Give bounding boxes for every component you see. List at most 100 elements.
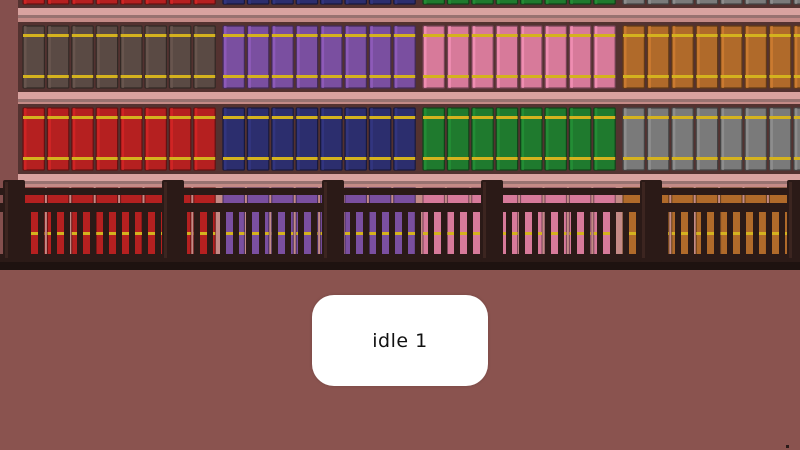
book-highlight bbox=[794, 0, 798, 4]
book-band bbox=[545, 157, 567, 160]
book-band bbox=[320, 34, 342, 37]
book-band bbox=[671, 157, 694, 160]
book-band bbox=[423, 157, 445, 160]
book-band bbox=[393, 34, 416, 37]
book-highlight bbox=[321, 0, 325, 4]
book-band bbox=[345, 75, 367, 78]
book-highlight bbox=[721, 0, 725, 4]
book-band bbox=[447, 157, 469, 160]
book-highlight bbox=[672, 0, 676, 4]
railing-baluster bbox=[415, 212, 421, 256]
book-band bbox=[496, 116, 518, 119]
railing-baluster bbox=[363, 212, 369, 256]
book-band bbox=[296, 75, 318, 78]
book-highlight bbox=[546, 0, 549, 4]
book-band bbox=[320, 116, 342, 119]
book-band bbox=[569, 75, 591, 78]
book-band bbox=[271, 116, 294, 119]
book-highlight bbox=[72, 0, 76, 4]
railing-baluster bbox=[129, 212, 135, 256]
book-band bbox=[120, 34, 142, 37]
book-band bbox=[769, 116, 791, 119]
book-band bbox=[671, 34, 694, 37]
book-band bbox=[793, 116, 800, 119]
book-band bbox=[247, 34, 269, 37]
book-band bbox=[96, 116, 118, 119]
book-band bbox=[623, 75, 645, 78]
book-band bbox=[647, 157, 669, 160]
railing-baluster bbox=[701, 212, 707, 256]
book-band bbox=[647, 75, 669, 78]
book-band bbox=[769, 75, 791, 78]
railing-baluster bbox=[467, 212, 473, 256]
book-band bbox=[71, 34, 94, 37]
shelf-plank bbox=[18, 174, 800, 182]
railing-baluster bbox=[246, 212, 252, 256]
railing-baluster bbox=[350, 212, 356, 256]
book-band bbox=[393, 157, 416, 160]
book-band bbox=[647, 34, 669, 37]
railing-base-shadow bbox=[0, 262, 800, 270]
book-band bbox=[447, 34, 469, 37]
book-band bbox=[520, 157, 542, 160]
book-band bbox=[169, 157, 191, 160]
bookshelf-background bbox=[0, 0, 800, 270]
book-band bbox=[120, 116, 142, 119]
railing-baluster bbox=[233, 212, 239, 256]
book-band bbox=[569, 34, 591, 37]
book-highlight bbox=[424, 0, 427, 4]
railing-baluster bbox=[558, 212, 564, 256]
book-band bbox=[223, 34, 245, 37]
book-band bbox=[247, 157, 269, 160]
railing-baluster bbox=[532, 212, 538, 256]
book-band bbox=[96, 34, 118, 37]
railing-baluster bbox=[220, 212, 226, 256]
book-band bbox=[745, 116, 767, 119]
book-band bbox=[545, 116, 567, 119]
railing-baluster bbox=[116, 212, 122, 256]
book-band bbox=[520, 34, 542, 37]
book-band bbox=[496, 34, 518, 37]
book-highlight bbox=[521, 0, 525, 4]
book-band bbox=[369, 157, 391, 160]
book-band bbox=[71, 75, 94, 78]
book-band bbox=[223, 116, 245, 119]
railing-rail bbox=[0, 203, 800, 212]
railing-baluster bbox=[25, 212, 31, 256]
book-band bbox=[471, 157, 494, 160]
railing-baluster bbox=[519, 212, 525, 256]
book-highlight bbox=[770, 0, 773, 4]
book-band bbox=[647, 116, 669, 119]
book-band bbox=[720, 116, 742, 119]
railing-baluster bbox=[506, 212, 512, 256]
book-band bbox=[545, 34, 567, 37]
book-band bbox=[120, 75, 142, 78]
railing-baluster bbox=[103, 212, 109, 256]
book-band bbox=[320, 157, 342, 160]
railing-baluster bbox=[259, 212, 265, 256]
railing-post bbox=[787, 180, 800, 262]
railing-baluster bbox=[376, 212, 382, 256]
book-band bbox=[145, 116, 167, 119]
railing-baluster bbox=[402, 212, 408, 256]
book-band bbox=[96, 157, 118, 160]
book-band bbox=[696, 116, 718, 119]
book-band bbox=[623, 116, 645, 119]
railing-baluster bbox=[766, 212, 772, 256]
book-band bbox=[793, 34, 800, 37]
book-highlight bbox=[272, 0, 276, 4]
book-band bbox=[193, 116, 216, 119]
book-band bbox=[520, 116, 542, 119]
book-band bbox=[345, 157, 367, 160]
railing-baluster bbox=[51, 212, 57, 256]
book-band bbox=[793, 75, 800, 78]
book-band bbox=[71, 116, 94, 119]
game-scene: idle 1 bbox=[0, 0, 800, 450]
book-highlight bbox=[97, 0, 100, 4]
book-band bbox=[169, 75, 191, 78]
book-band bbox=[447, 116, 469, 119]
railing-baluster bbox=[272, 212, 278, 256]
railing-baluster bbox=[298, 212, 304, 256]
shelf-plank-shadow bbox=[18, 15, 800, 18]
book-band bbox=[671, 116, 694, 119]
